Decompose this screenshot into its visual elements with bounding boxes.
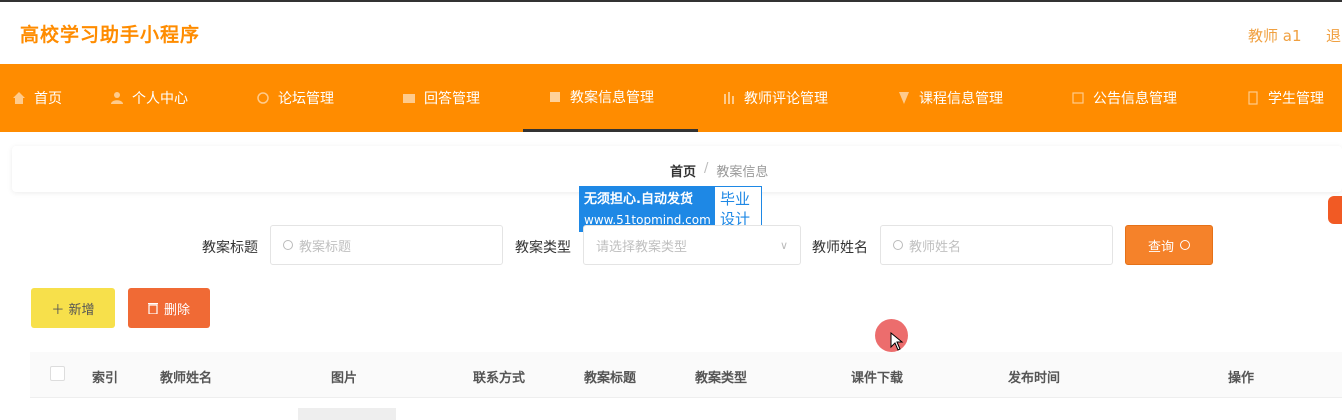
main-nav: 首页 个人中心 论坛管理 回答管理 教案信息管理 教师评论管理 课程信息管理 公… — [0, 64, 1342, 132]
logout-link[interactable]: 退 — [1326, 25, 1341, 46]
app-title: 高校学习助手小程序 — [20, 24, 201, 46]
add-label: ＋ 新增 — [51, 302, 95, 318]
answer-icon — [403, 94, 415, 103]
student-icon — [1248, 91, 1258, 105]
type-select[interactable]: 请选择教案类型 ∨ — [583, 225, 801, 265]
top-header: 高校学习助手小程序 教师 a1 退 — [0, 0, 1342, 64]
delete-button[interactable]: 删除 — [128, 288, 210, 328]
column-header[interactable]: 索引 — [92, 367, 118, 386]
teacher-label: 教师姓名 — [812, 240, 868, 256]
nav-label: 回答管理 — [424, 91, 480, 107]
nav-item-answers[interactable]: 回答管理 — [402, 64, 480, 132]
row-image-thumbnail — [298, 408, 396, 420]
add-button[interactable]: ＋ 新增 — [31, 288, 115, 328]
teacher-placeholder: 教师姓名 — [909, 239, 962, 255]
type-placeholder: 请选择教案类型 — [596, 239, 688, 255]
nav-label: 教师评论管理 — [744, 91, 828, 107]
title-search-input[interactable]: 教案标题 — [270, 225, 503, 265]
nav-label: 个人中心 — [132, 91, 188, 107]
side-logo-icon — [1328, 196, 1342, 224]
column-header[interactable]: 联系方式 — [473, 367, 525, 386]
query-label: 查询 — [1147, 239, 1174, 255]
nav-item-profile[interactable]: 个人中心 — [110, 64, 188, 132]
nav-item-forum[interactable]: 论坛管理 — [256, 64, 334, 132]
nav-label: 论坛管理 — [278, 91, 334, 107]
column-header[interactable]: 发布时间 — [1008, 367, 1060, 386]
title-label: 教案标题 — [202, 240, 258, 256]
nav-item-notices[interactable]: 公告信息管理 — [1071, 64, 1177, 132]
nav-label: 首页 — [34, 91, 62, 107]
column-header[interactable]: 教师姓名 — [160, 367, 212, 386]
user-name[interactable]: 教师 a1 — [1248, 25, 1302, 46]
notice-icon — [1072, 92, 1084, 104]
comment-icon — [724, 92, 734, 104]
nav-item-courses[interactable]: 课程信息管理 — [897, 64, 1003, 132]
column-header[interactable]: 教案标题 — [584, 367, 636, 386]
nav-label: 公告信息管理 — [1093, 91, 1177, 107]
chevron-down-icon: ∨ — [779, 239, 788, 252]
nav-item-students[interactable]: 学生管理 — [1246, 64, 1324, 132]
breadcrumb-home[interactable]: 首页 — [670, 161, 696, 180]
type-label: 教案类型 — [515, 240, 571, 256]
nav-item-home[interactable]: 首页 — [12, 64, 62, 132]
search-icon — [893, 240, 903, 250]
column-header[interactable]: 课件下载 — [851, 367, 903, 386]
select-all-checkbox[interactable] — [50, 366, 65, 381]
delete-label: 删除 — [163, 302, 190, 318]
breadcrumb-separator: / — [704, 161, 709, 176]
nav-label: 教案信息管理 — [570, 89, 654, 106]
table-header: 索引 教师姓名 图片 联系方式 教案标题 教案类型 课件下载 发布时间 操作 — [30, 352, 1342, 398]
watermark-right1: 毕业 — [720, 190, 751, 208]
nav-item-teacher-comments[interactable]: 教师评论管理 — [722, 64, 828, 132]
lesson-plan-icon — [550, 91, 560, 102]
course-icon — [899, 92, 909, 104]
title-placeholder: 教案标题 — [299, 239, 352, 255]
nav-label: 学生管理 — [1268, 91, 1324, 107]
column-header[interactable]: 操作 — [1228, 367, 1254, 386]
nav-item-lesson-plans[interactable]: 教案信息管理 — [523, 64, 698, 132]
column-header[interactable]: 教案类型 — [695, 367, 747, 386]
teacher-search-input[interactable]: 教师姓名 — [880, 225, 1113, 265]
trash-icon — [147, 303, 158, 314]
column-header[interactable]: 图片 — [331, 367, 357, 386]
forum-icon — [257, 92, 269, 104]
search-icon — [1180, 240, 1190, 250]
breadcrumb-current: 教案信息 — [716, 165, 769, 180]
cursor-icon — [890, 332, 904, 351]
user-icon — [111, 92, 123, 104]
search-icon — [283, 240, 293, 250]
nav-label: 课程信息管理 — [919, 91, 1003, 107]
query-button[interactable]: 查询 — [1125, 225, 1213, 265]
page: 高校学习助手小程序 教师 a1 退 首页 个人中心 论坛管理 回答管理 教案信息… — [0, 0, 1342, 420]
breadcrumb: 首页 / 教案信息 — [670, 161, 768, 180]
watermark-line1: 无须担心.自动发货 — [584, 192, 693, 207]
home-icon — [13, 92, 25, 104]
